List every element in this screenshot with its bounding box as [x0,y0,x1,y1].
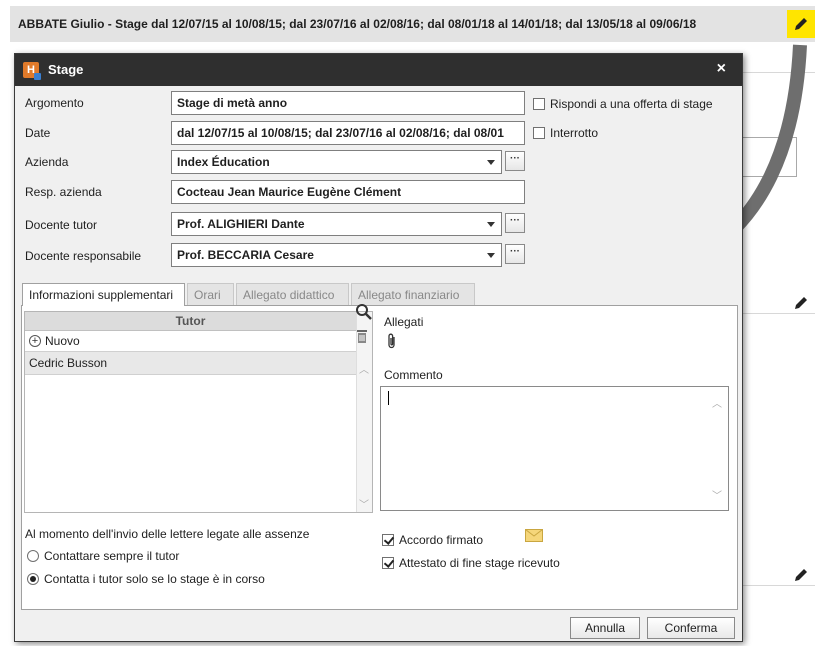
docente-tutor-select[interactable]: Prof. ALIGHIERI Dante [171,212,502,236]
attestato-checkbox[interactable]: Attestato di fine stage ricevuto [382,556,560,570]
attestato-label: Attestato di fine stage ricevuto [399,556,560,570]
add-tutor-label: Nuovo [45,334,80,348]
accordo-label: Accordo firmato [399,533,484,547]
interrotto-checkbox[interactable]: Interrotto [533,126,598,140]
tab-allegato-finanziario[interactable]: Allegato finanziario [351,283,475,305]
allegati-label: Allegati [384,315,424,329]
chevron-down-icon[interactable] [487,222,495,227]
chevron-up-icon[interactable]: ︿ [359,361,369,376]
dialog-titlebar: H Stage × [15,54,742,86]
checkbox-box[interactable] [382,534,394,546]
trash-icon[interactable] [355,329,369,345]
azienda-select[interactable]: Index Éducation [171,150,502,174]
accordo-checkbox[interactable]: Accordo firmato [382,533,483,547]
paperclip-icon[interactable] [387,333,397,349]
text-cursor [388,391,389,405]
docente-tutor-value: Prof. ALIGHIERI Dante [177,217,305,231]
tab-informazioni[interactable]: Informazioni supplementari [22,283,185,306]
resp-azienda-input[interactable]: Cocteau Jean Maurice Eugène Clément [171,180,525,204]
chevron-down-icon[interactable] [487,253,495,258]
radio-label: Contatta i tutor solo se lo stage è in c… [44,572,265,586]
tutor-column-header[interactable]: Tutor [25,312,356,331]
docente-responsabile-more-button[interactable]: ··· [505,244,525,264]
divider [743,72,815,73]
tab-orari[interactable]: Orari [187,283,234,305]
tab-panel: Tutor + Nuovo Cedric Busson ︿ ﹀ Allegati… [21,303,738,610]
checkbox-box[interactable] [382,557,394,569]
docente-tutor-more-button[interactable]: ··· [505,213,525,233]
commento-textarea[interactable]: ︿ ﹀ [380,386,729,511]
record-header: ABBATE Giulio - Stage dal 12/07/15 al 10… [10,6,815,42]
commento-label: Commento [384,368,443,382]
list-item[interactable]: Cedric Busson [25,352,356,375]
date-label: Date [25,126,51,140]
docente-tutor-label: Docente tutor [25,218,98,232]
checkbox-box[interactable] [533,127,545,139]
azienda-more-button[interactable]: ··· [505,151,525,171]
pencil-icon [795,18,807,30]
offerta-label: Rispondi a una offerta di stage [550,97,713,111]
radio-button[interactable] [27,573,39,585]
argomento-label: Argomento [25,96,84,110]
azienda-value: Index Éducation [177,155,270,169]
chevron-down-icon[interactable] [487,160,495,165]
stage-dialog: H Stage × Argomento Stage di metà anno D… [14,53,743,642]
confirm-button[interactable]: Conferma [647,617,735,639]
azienda-label: Azienda [25,155,69,169]
pencil-icon[interactable] [792,294,810,312]
edit-button[interactable] [787,10,815,38]
plus-icon: + [29,335,41,347]
record-header-text: ABBATE Giulio - Stage dal 12/07/15 al 10… [18,17,697,31]
background-field [741,137,797,177]
resp-azienda-label: Resp. azienda [25,185,102,199]
radio-contatta-in-corso[interactable]: Contatta i tutor solo se lo stage è in c… [27,572,265,586]
docente-responsabile-value: Prof. BECCARIA Cesare [177,248,314,262]
chevron-down-icon[interactable]: ﹀ [359,496,369,511]
tutor-list: Tutor + Nuovo Cedric Busson [24,311,373,513]
chevron-down-icon[interactable]: ﹀ [712,487,722,502]
divider [743,313,815,314]
date-input[interactable]: dal 12/07/15 al 10/08/15; dal 23/07/16 a… [171,121,525,145]
argomento-input[interactable]: Stage di metà anno [171,91,525,115]
interrotto-label: Interrotto [550,126,599,140]
docente-responsabile-label: Docente responsabile [25,249,142,263]
divider [743,585,815,586]
close-icon[interactable]: × [717,60,726,78]
offerta-checkbox[interactable]: Rispondi a una offerta di stage [533,97,713,111]
radio-contattare-sempre[interactable]: Contattare sempre il tutor [27,549,179,563]
chevron-up-icon[interactable]: ︿ [712,395,722,410]
dialog-title: Stage [48,62,84,77]
assenze-label: Al momento dell'invio delle lettere lega… [25,527,310,541]
radio-button[interactable] [27,550,39,562]
search-icon[interactable] [355,303,373,321]
add-tutor-button[interactable]: + Nuovo [25,331,356,352]
checkbox-box[interactable] [533,98,545,110]
cancel-button[interactable]: Annulla [570,617,640,639]
app-logo-icon: H [23,62,41,80]
docente-responsabile-select[interactable]: Prof. BECCARIA Cesare [171,243,502,267]
radio-label: Contattare sempre il tutor [44,549,180,563]
tab-allegato-didattico[interactable]: Allegato didattico [236,283,349,305]
pencil-icon[interactable] [792,566,810,584]
envelope-icon[interactable] [525,529,543,542]
